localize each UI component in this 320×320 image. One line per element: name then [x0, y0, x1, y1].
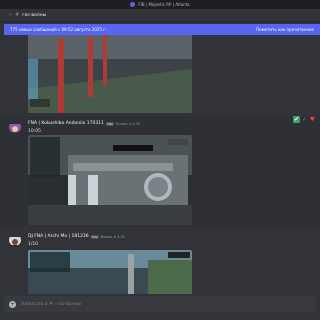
title-bar: FIB | Majestic RP | Atlanta	[0, 0, 320, 9]
server-tag: FNA	[105, 121, 114, 126]
mark-read-button[interactable]: Пометить как прочитанное	[256, 27, 314, 32]
heart-icon[interactable]: ♥	[309, 116, 316, 123]
attachment-image[interactable]	[28, 29, 192, 113]
channel-name: гос-волны	[22, 12, 47, 18]
author-name[interactable]: FNA | Kokushibo Andoniio 170311	[28, 121, 104, 126]
avatar[interactable]	[9, 121, 21, 133]
author-name[interactable]: DJ.FNA | Archi Mo | 181236	[28, 234, 89, 239]
new-messages-banner[interactable]: 775 новых сообщений с 09:52 августа 2025…	[4, 24, 320, 35]
message-author[interactable]: DJ.FNA | Archi Mo | 181236 FNA Вчера, в …	[28, 234, 125, 239]
channel-header: ⑂ # гос-волны	[0, 9, 320, 22]
add-attachment-icon[interactable]: +	[9, 300, 16, 308]
app-icon	[130, 2, 136, 7]
window-title: FIB | Majestic RP | Atlanta	[138, 2, 190, 7]
message-actions: ✔ ✓ ♥	[293, 116, 316, 123]
message-author[interactable]: FNA | Kokushibo Andoniio 170311 FNA Вчер…	[28, 121, 140, 126]
message-composer[interactable]: + Написать в # · гос-волны	[4, 296, 316, 312]
message-text: 10:05	[28, 129, 41, 134]
check-icon[interactable]: ✔	[293, 116, 300, 123]
message-list[interactable]: 775 новых сообщений с 09:52 августа 2025…	[0, 24, 320, 294]
server-tag: FNA	[90, 234, 99, 239]
message-timestamp: Вчера, в 4:25	[115, 121, 141, 126]
avatar[interactable]	[9, 234, 21, 246]
attachment-image[interactable]	[28, 250, 192, 294]
message-text: 1/10	[28, 242, 39, 247]
new-messages-count: 775 новых сообщений с 09:52 августа 2025…	[10, 27, 107, 32]
checkmark-icon[interactable]: ✓	[301, 116, 308, 123]
attachment-image[interactable]	[28, 135, 192, 225]
message-timestamp: Вчера, в 4:31	[100, 234, 125, 239]
hash-icon: #	[15, 12, 20, 18]
composer-placeholder[interactable]: Написать в # · гос-волны	[21, 302, 81, 307]
thread-icon[interactable]: ⑂	[9, 12, 12, 18]
